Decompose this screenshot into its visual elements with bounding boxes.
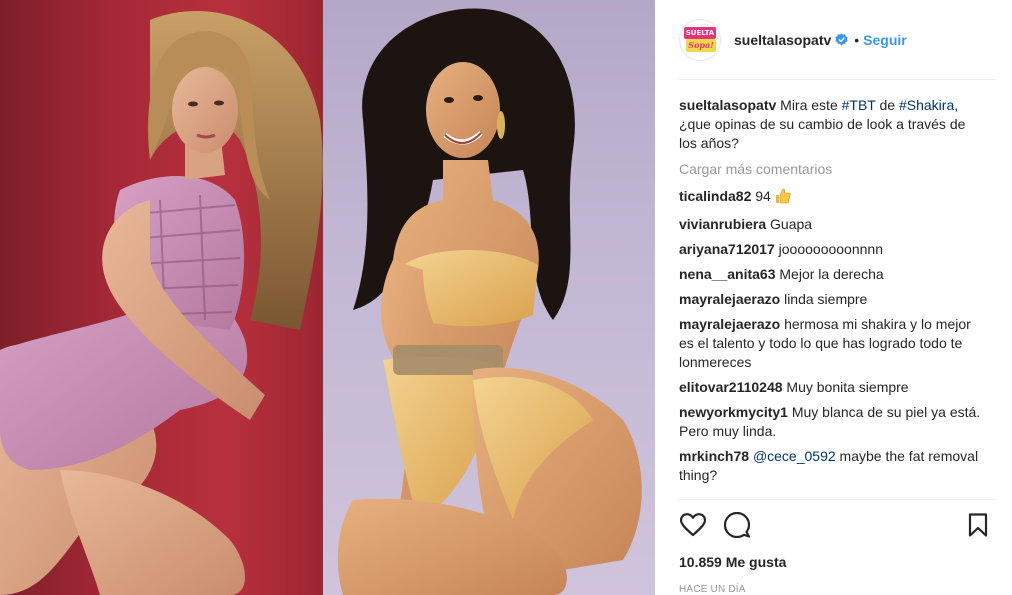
comment-username[interactable]: mayralejaerazo (679, 316, 780, 332)
comment-username[interactable]: elitovar2110248 (679, 379, 783, 395)
comment-username[interactable]: ticalinda82 (679, 188, 751, 204)
comment-item: nena__anita63 Mejor la derecha (679, 265, 996, 284)
comment-item: mayralejaerazo hermosa mi shakira y lo m… (679, 315, 996, 372)
verified-badge-icon (835, 33, 848, 46)
woman-in-pink-bodysuit-illustration (0, 10, 323, 595)
post-timestamp[interactable]: HACE UN DÍA (679, 584, 996, 595)
comment-item: elitovar2110248 Muy bonita siempre (679, 378, 996, 397)
comment-bubble-icon[interactable] (723, 511, 751, 539)
comment-username[interactable]: nena__anita63 (679, 266, 776, 282)
post-image[interactable] (0, 0, 655, 595)
comment-item: ticalinda82 94 (679, 187, 996, 209)
like-count[interactable]: 10.859 Me gusta (679, 554, 996, 570)
bookmark-icon[interactable] (964, 511, 992, 539)
thumbs-up-icon (775, 188, 791, 209)
comment-username[interactable]: newyorkmycity1 (679, 404, 788, 420)
load-more-comments-button[interactable]: Cargar más comentarios (679, 161, 996, 177)
caption: sueltalasopatv Mira este #TBT de #Shakir… (679, 96, 996, 153)
brand-logo: SUELTA Sopa! (682, 25, 718, 55)
logo-text-top: SUELTA (684, 26, 716, 39)
post-side-panel: SUELTA Sopa! sueltalasopatv • Seguir sue… (655, 0, 1012, 595)
comment-text: Muy bonita siempre (782, 379, 909, 395)
instagram-post: SUELTA Sopa! sueltalasopatv • Seguir sue… (0, 0, 1012, 595)
caption-username[interactable]: sueltalasopatv (679, 97, 776, 113)
heart-icon[interactable] (679, 511, 707, 539)
comment-username[interactable]: vivianrubiera (679, 216, 766, 232)
hashtag-link[interactable]: #Shakira (899, 97, 954, 113)
caption-text: Mira este (776, 97, 842, 113)
photo-vintage (323, 0, 655, 595)
comments-list[interactable]: sueltalasopatv Mira este #TBT de #Shakir… (679, 80, 996, 500)
header-username[interactable]: sueltalasopatv (734, 32, 831, 48)
comment-item: vivianrubiera Guapa (679, 215, 996, 234)
comment-item: mayralejaerazo linda siempre (679, 290, 996, 309)
logo-text-bottom: Sopa! (686, 38, 716, 52)
comment-text: jooooooooonnnn (774, 241, 883, 257)
separator-dot: • (854, 31, 860, 48)
mention-link[interactable]: @cece_0592 (753, 448, 836, 464)
comment-item: mrkinch78 @cece_0592 maybe the fat remov… (679, 447, 996, 485)
comment-username[interactable]: ariyana712017 (679, 241, 775, 257)
follow-button[interactable]: Seguir (863, 32, 907, 48)
comment-text: Guapa (766, 216, 813, 232)
action-bar (679, 500, 996, 550)
comment-username[interactable]: mayralejaerazo (679, 291, 780, 307)
post-header: SUELTA Sopa! sueltalasopatv • Seguir (679, 0, 996, 80)
comment-item: ariyana712017 jooooooooonnnn (679, 240, 996, 259)
comment-text: linda siempre (780, 291, 868, 307)
comment-text: 94 (751, 188, 775, 204)
comment-text: Mejor la derecha (775, 266, 884, 282)
comment-item: newyorkmycity1 Muy blanca de su piel ya … (679, 403, 996, 441)
comment-username[interactable]: mrkinch78 (679, 448, 749, 464)
avatar[interactable]: SUELTA Sopa! (679, 18, 721, 61)
hashtag-link[interactable]: #TBT (842, 97, 876, 113)
photo-modern (0, 0, 323, 595)
woman-in-gold-swimsuit-illustration (337, 8, 642, 595)
caption-text: de (875, 97, 899, 113)
